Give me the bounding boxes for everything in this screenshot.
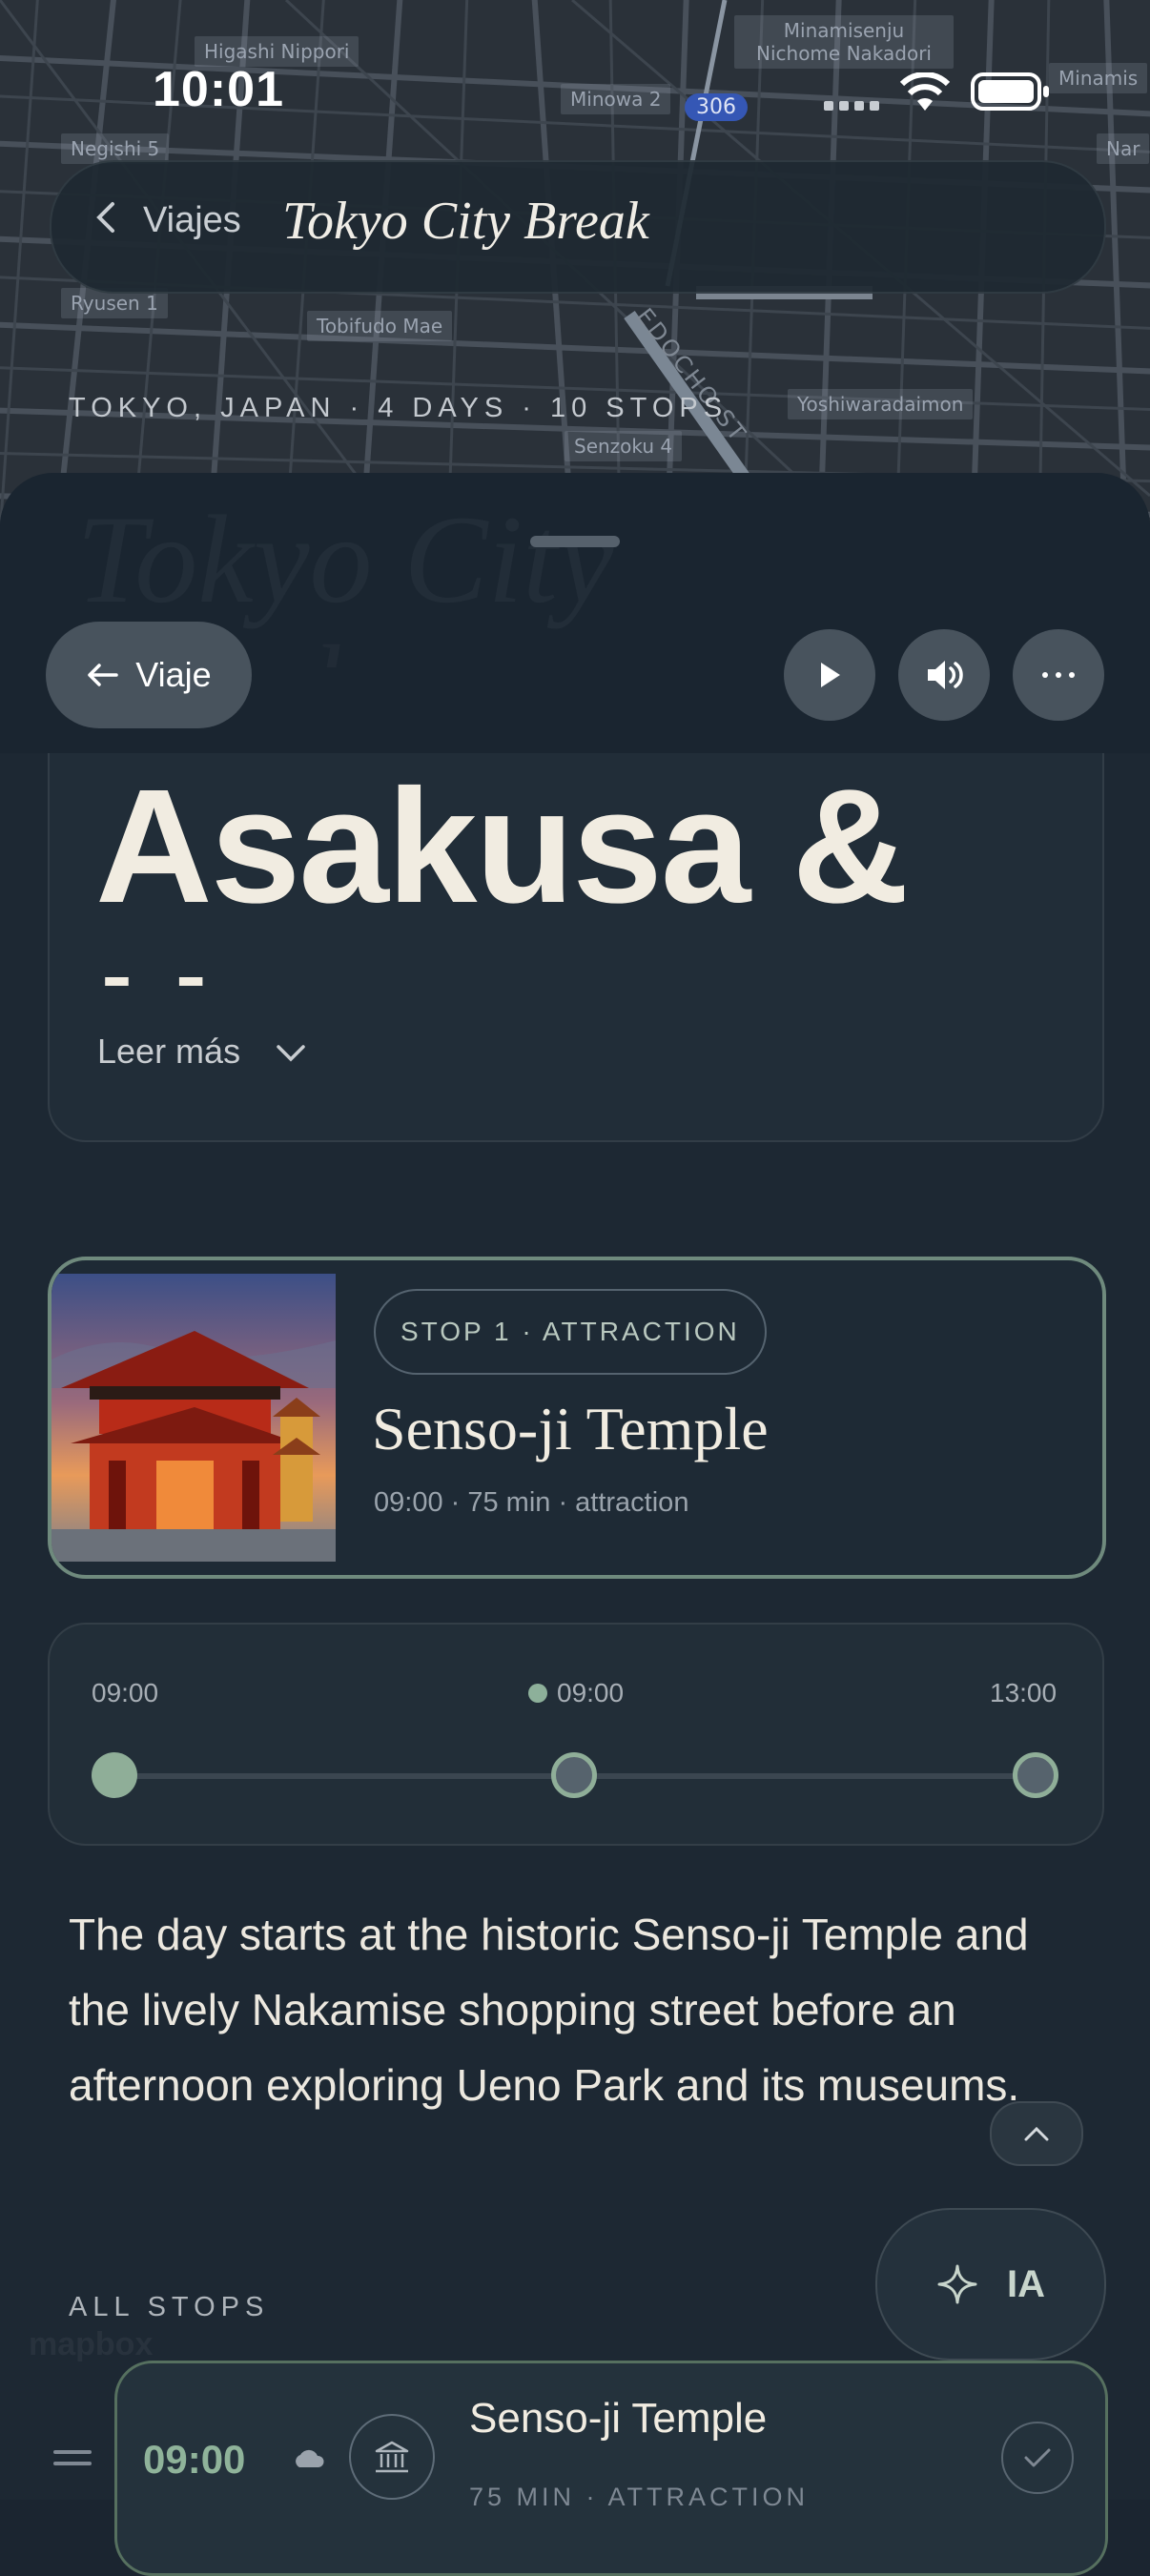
current-stop-details: 09:00 · 75 min · attraction: [374, 1487, 689, 1518]
map-label: Minamis: [1049, 63, 1148, 93]
wifi-icon: [899, 72, 951, 117]
more-dots-icon: [1042, 672, 1075, 678]
timeline-stop-marker[interactable]: [551, 1752, 597, 1798]
map-label: Minamisenju Nichome Nakadori: [734, 15, 954, 69]
day-timeline: [48, 1623, 1104, 1846]
mark-visited-button[interactable]: [1001, 2422, 1074, 2494]
timeline-stop-marker[interactable]: [92, 1752, 137, 1798]
trip-meta: TOKYO, JAPAN · 4 DAYS · 10 STOPS: [69, 393, 729, 423]
stop-list-item[interactable]: [114, 2361, 1108, 2576]
check-icon: [1024, 2448, 1051, 2467]
read-more-button[interactable]: Leer más: [97, 1032, 240, 1072]
map-label: Tobifudo Mae: [307, 311, 453, 341]
ai-assistant-button[interactable]: IA: [875, 2208, 1106, 2361]
map-label: Senzoku 4: [565, 431, 683, 461]
mapbox-watermark: mapbox: [29, 2326, 154, 2362]
back-to-trip-button[interactable]: Viaje: [46, 622, 252, 728]
back-chevron-icon[interactable]: [93, 200, 118, 235]
back-to-trips-link[interactable]: Viajes: [143, 200, 241, 241]
timeline-end-time: 13:00: [990, 1678, 1058, 1707]
stop-time: 09:00: [143, 2437, 246, 2482]
stop-name: Senso-ji Temple: [469, 2395, 768, 2442]
stop-details: 75 MIN · ATTRACTION: [469, 2483, 810, 2511]
audio-button[interactable]: [898, 629, 990, 721]
trip-title: Tokyo City Break: [282, 192, 649, 251]
cloud-icon: [292, 2448, 326, 2474]
timeline-current-time: 09:00: [557, 1678, 625, 1707]
route-shield: 306: [685, 93, 748, 121]
chevron-down-icon[interactable]: [275, 1041, 307, 1064]
map-label: Yoshiwaradaimon: [788, 389, 974, 419]
day-description: The day starts at the historic Senso-ji …: [69, 1910, 1029, 2110]
play-icon: [821, 663, 840, 687]
chevron-up-icon: [1024, 2126, 1049, 2141]
map-label: Nar: [1097, 133, 1150, 164]
day-title: Asakusa & Ueno: [95, 756, 909, 986]
cellular-signal-icon: [824, 99, 881, 117]
sparkle-icon: [937, 2264, 977, 2304]
current-time-dot: [528, 1684, 547, 1703]
all-stops-heading: ALL STOPS: [69, 2292, 270, 2322]
back-button-label: Viaje: [135, 655, 212, 694]
day-title-clip: Asakusa & Ueno: [95, 753, 1049, 986]
ai-button-label: IA: [1007, 2262, 1045, 2305]
stop-badge: STOP 1 · ATTRACTION: [374, 1289, 767, 1375]
drag-handle-icon[interactable]: [53, 2448, 92, 2469]
current-stop-name: Senso-ji Temple: [372, 1395, 769, 1462]
timeline-start-time: 09:00: [92, 1678, 159, 1707]
museum-icon: [349, 2414, 435, 2500]
timeline-stop-marker[interactable]: [1013, 1752, 1058, 1798]
senso-ji-photo: [51, 1274, 336, 1562]
speaker-icon: [928, 661, 963, 689]
scroll-top-button[interactable]: [990, 2101, 1083, 2166]
map-label: Minowa 2: [561, 84, 671, 114]
arrow-left-icon: [88, 664, 119, 686]
battery-icon: [971, 71, 1051, 117]
status-time: 10:01: [153, 62, 284, 117]
more-button[interactable]: [1013, 629, 1104, 721]
play-button[interactable]: [784, 629, 875, 721]
